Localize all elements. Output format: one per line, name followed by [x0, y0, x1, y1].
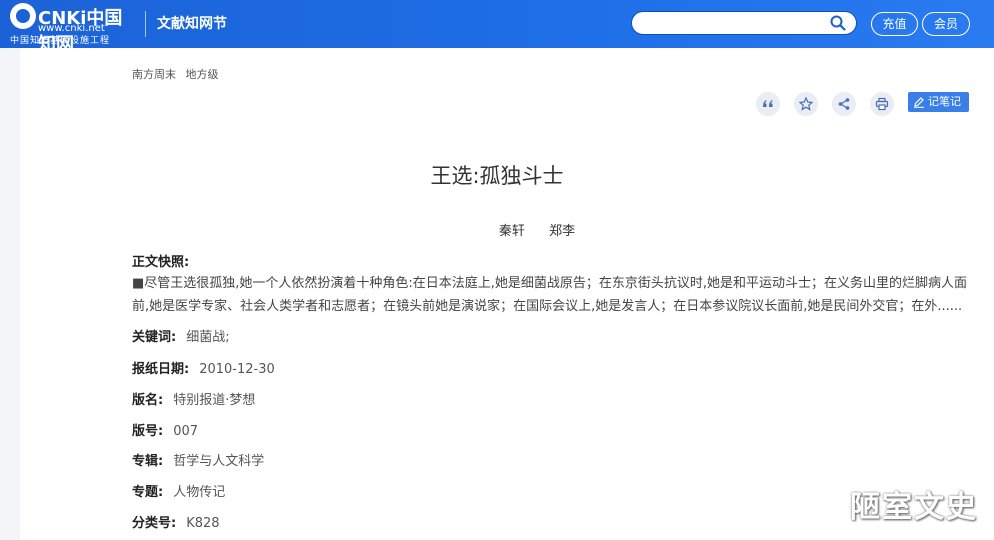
logo-subtitle: 中国知识基础设施工程	[10, 36, 111, 46]
take-notes-button[interactable]: 记笔记	[908, 92, 969, 112]
quote-icon	[763, 100, 773, 107]
author-link[interactable]: 秦轩	[499, 224, 525, 239]
field-label: 关键词:	[132, 330, 177, 345]
recharge-button[interactable]: 充值	[871, 12, 918, 36]
print-button[interactable]	[870, 92, 894, 116]
field-label: 专题:	[132, 485, 164, 500]
take-notes-label: 记笔记	[928, 95, 961, 108]
field-value: 哲学与人文科学	[173, 454, 265, 469]
pencil-icon	[914, 97, 924, 108]
section-title: 文献知网节	[157, 16, 227, 32]
star-icon	[799, 97, 813, 111]
field-topic: 专题: 人物传记	[132, 481, 225, 500]
print-icon	[875, 97, 889, 111]
field-album: 专辑: 哲学与人文科学	[132, 450, 264, 469]
breadcrumb-level: 地方级	[185, 68, 219, 81]
field-value: 人物传记	[173, 485, 226, 500]
snapshot-text: ■尽管王选很孤独,她一个人依然扮演着十种角色:在日本法庭上,她是细菌战原告；在东…	[132, 276, 968, 314]
watermark: 陋室文史	[850, 490, 978, 525]
breadcrumb: 南方周末 地方级	[132, 66, 225, 82]
cnki-logo[interactable]: CNKi中国知网 www.cnki.net 中国知识基础设施工程	[8, 3, 138, 55]
favorite-button[interactable]	[794, 92, 818, 116]
field-page-number: 版号: 007	[132, 420, 198, 439]
keyword-link[interactable]: 细菌战;	[186, 330, 229, 345]
snapshot-label: 正文快照:	[132, 255, 190, 270]
share-icon	[838, 98, 850, 110]
left-margin	[0, 48, 20, 540]
field-keywords: 关键词: 细菌战;	[132, 326, 230, 345]
field-label: 报纸日期:	[132, 362, 190, 377]
cnki-logo-mark	[10, 3, 36, 29]
field-label: 版号:	[132, 424, 164, 439]
field-section-name: 版名: 特别报道·梦想	[132, 389, 255, 408]
member-button[interactable]: 会员	[922, 12, 970, 36]
author-link[interactable]: 郑李	[549, 224, 575, 239]
field-value: K828	[186, 516, 220, 531]
field-value: 2010-12-30	[199, 362, 275, 377]
breadcrumb-source[interactable]: 南方周末	[132, 68, 176, 81]
search-input[interactable]	[631, 11, 857, 35]
share-button[interactable]	[832, 92, 856, 116]
field-label: 专辑:	[132, 454, 164, 469]
field-label: 版名:	[132, 393, 164, 408]
field-label: 分类号:	[132, 516, 177, 531]
field-classification: 分类号: K828	[132, 512, 220, 531]
top-bar: CNKi中国知网 www.cnki.net 中国知识基础设施工程 文献知网节 充…	[0, 0, 994, 55]
field-value: 007	[173, 424, 199, 439]
field-date: 报纸日期: 2010-12-30	[132, 358, 275, 377]
author-list: 秦轩 郑李	[0, 220, 994, 239]
field-value: 特别报道·梦想	[173, 393, 256, 408]
article-title: 王选:孤独斗士	[430, 164, 564, 188]
search-icon[interactable]	[830, 15, 846, 31]
header-divider	[145, 11, 146, 37]
quote-button[interactable]	[756, 92, 780, 116]
